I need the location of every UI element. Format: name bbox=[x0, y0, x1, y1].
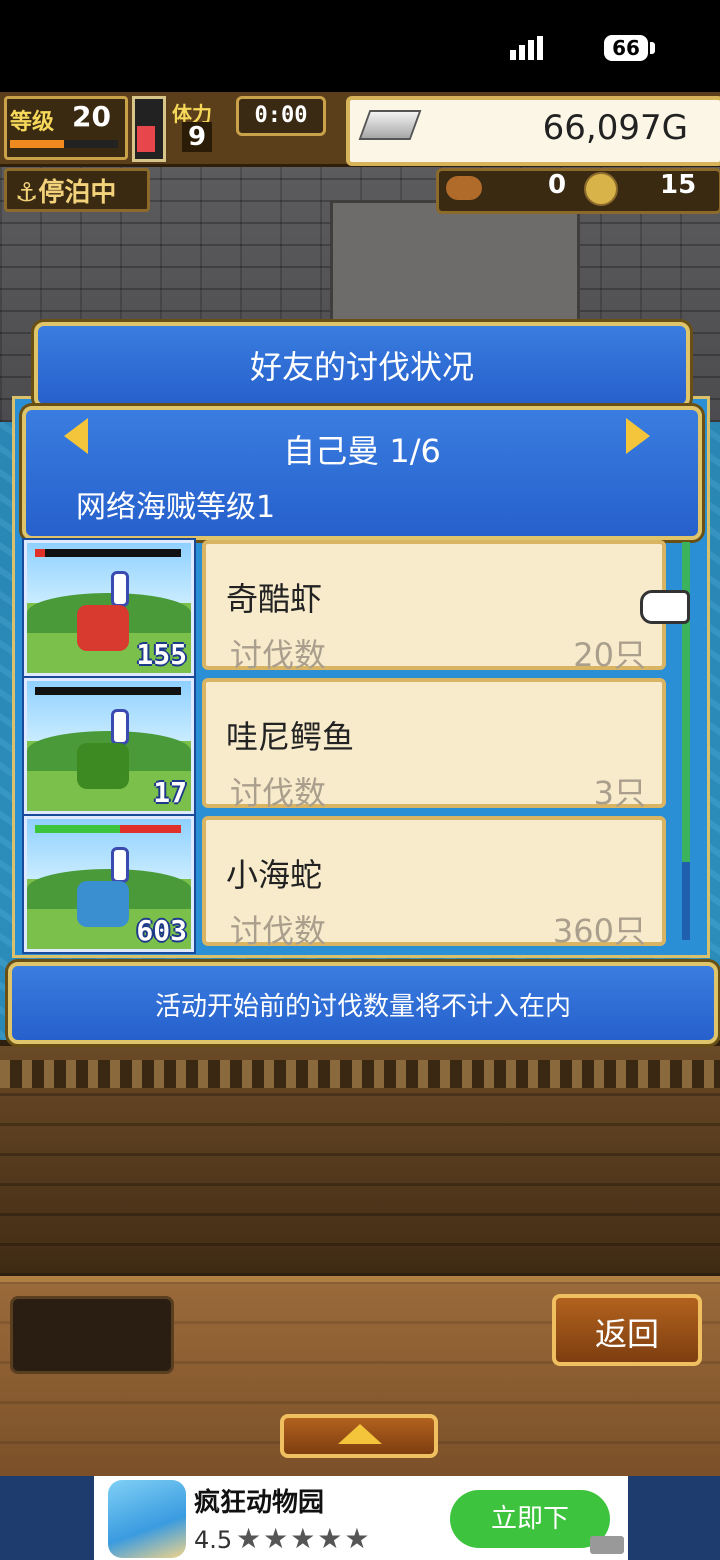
level-label: 等级 bbox=[10, 110, 55, 135]
level-value: 20 bbox=[72, 100, 111, 133]
monster-thumbnail[interactable]: 17 bbox=[24, 678, 194, 814]
alert-mark-icon bbox=[111, 709, 129, 745]
alert-mark-icon bbox=[111, 847, 129, 883]
ad-tag-icon bbox=[590, 1536, 624, 1554]
hand-pointer-icon bbox=[640, 590, 690, 624]
hp-bar-track bbox=[35, 687, 181, 695]
battery-icon: 66 bbox=[604, 35, 648, 61]
timer-display: 0:00 bbox=[236, 96, 326, 136]
monster-sprite bbox=[77, 605, 129, 651]
monster-card[interactable]: 小海蛇讨伐数 360只 bbox=[202, 816, 666, 950]
stamina-fill bbox=[137, 126, 155, 152]
ad-rating: 4.5 bbox=[194, 1526, 233, 1554]
monster-level: 155 bbox=[136, 638, 187, 671]
back-button[interactable]: 返回 bbox=[552, 1294, 702, 1366]
battery-tip bbox=[650, 42, 655, 54]
resource-1-value: 0 bbox=[548, 170, 567, 200]
status-time: 16:24 bbox=[95, 30, 191, 65]
stamina-count: 9 bbox=[182, 122, 213, 152]
dialog-title: 好友的讨伐状况 bbox=[249, 348, 474, 386]
kill-count-label: 讨伐数 bbox=[230, 912, 327, 950]
anchor-status-label: 停泊中 bbox=[38, 178, 117, 208]
ad-stars: ★★★★★ bbox=[236, 1522, 372, 1555]
monster-card[interactable]: 哇尼鳄鱼讨伐数 3只 bbox=[202, 678, 666, 812]
kill-count-label: 讨伐数 bbox=[230, 774, 327, 812]
monster-sprite bbox=[77, 743, 129, 789]
empty-slot bbox=[10, 1296, 174, 1374]
ship-rail bbox=[0, 1060, 720, 1088]
monster-level: 603 bbox=[136, 914, 187, 947]
alert-mark-icon bbox=[111, 571, 129, 607]
resource-2-value: 15 bbox=[660, 170, 697, 200]
medal-icon bbox=[584, 172, 618, 206]
up-arrow-icon bbox=[338, 1424, 382, 1444]
hp-bar-fill bbox=[35, 549, 45, 557]
ad-app-icon[interactable] bbox=[108, 1480, 186, 1558]
kill-count-value: 360只 bbox=[552, 912, 646, 950]
monster-level: 17 bbox=[153, 776, 187, 809]
ad-title[interactable]: 疯狂动物园 bbox=[194, 1482, 324, 1519]
network-type: 4G bbox=[560, 35, 594, 60]
kill-count-value: 3只 bbox=[593, 774, 646, 812]
pirate-level: 网络海贼等级1 bbox=[76, 490, 276, 525]
gold-value: 66,097G bbox=[542, 108, 688, 148]
monster-thumbnail[interactable]: 155 bbox=[24, 540, 194, 676]
monster-name: 奇酷虾 bbox=[226, 580, 323, 618]
signal-icon bbox=[510, 36, 543, 60]
silver-bar-icon bbox=[358, 110, 422, 140]
kill-count-value: 20只 bbox=[573, 636, 646, 674]
monster-thumbnail[interactable]: 603 bbox=[24, 816, 194, 952]
ad-install-button[interactable]: 立即下 bbox=[450, 1490, 610, 1548]
anchor-status: ⚓停泊中 bbox=[4, 168, 150, 212]
meat-icon bbox=[446, 176, 482, 200]
hp-bar-track bbox=[35, 549, 181, 557]
monster-card[interactable]: 奇酷虾讨伐数 20只 bbox=[202, 540, 666, 674]
monster-sprite bbox=[77, 881, 129, 927]
monster-name: 小海蛇 bbox=[226, 856, 323, 894]
footer-note: 活动开始前的讨伐数量将不计入在内 bbox=[154, 992, 571, 1022]
monster-name: 哇尼鳄鱼 bbox=[226, 718, 355, 756]
kill-count-label: 讨伐数 bbox=[230, 636, 327, 674]
hp-bar-fill bbox=[35, 825, 120, 833]
level-progress-fill bbox=[10, 140, 64, 148]
player-name: 自己曼 1/6 bbox=[283, 432, 441, 470]
